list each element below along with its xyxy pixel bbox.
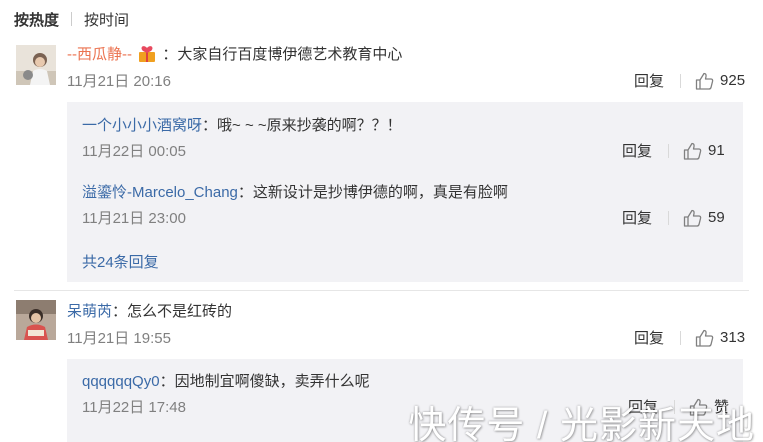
comment-username[interactable]: 呆萌芮 xyxy=(67,303,112,320)
like-button[interactable]: 59 xyxy=(683,209,725,227)
comment-text: ：怎么不是红砖的 xyxy=(112,303,233,320)
reply-line: 溢鎏怜-Marcelo_Chang：这新设计是抄博伊德的啊，真是有脸啊 xyxy=(82,181,508,202)
comment-username[interactable]: --西瓜静-- xyxy=(67,46,132,63)
comment-text: ：大家自行百度博伊德艺术教育中心 xyxy=(162,46,403,63)
thumbs-up-icon xyxy=(683,209,702,227)
reply-time: 11月21日 23:00 xyxy=(82,210,186,227)
comment-time: 11月21日 20:16 xyxy=(67,73,171,90)
reply-text: ：因地制宜啊傻缺，卖弄什么呢 xyxy=(159,373,370,390)
reply-button[interactable]: 回复 xyxy=(622,207,652,228)
sort-tabs: 按热度 按时间 xyxy=(14,8,129,30)
comment-page: 按热度 按时间 --西瓜静-- ：大家自行百度博伊德艺术教育中心 11月21日 … xyxy=(0,0,763,442)
like-count: 313 xyxy=(720,329,746,346)
like-count: 59 xyxy=(708,209,725,226)
reply-line: 一个小小小酒窝呀：哦~ ~ ~原来抄袭的啊？？！ xyxy=(82,114,402,135)
avatar-photo-icon xyxy=(16,300,56,340)
reply-button[interactable]: 回复 xyxy=(622,140,652,161)
comment-actions: 回复 313 xyxy=(634,327,745,348)
reply-username[interactable]: 溢鎏怜-Marcelo_Chang xyxy=(82,184,238,201)
reply-line: qqqqqqQy0：因地制宜啊傻缺，卖弄什么呢 xyxy=(82,370,370,391)
comment-actions: 回复 925 xyxy=(634,70,745,91)
thumbs-up-icon xyxy=(695,72,714,90)
action-divider xyxy=(668,210,670,225)
watermark: 快传号 / 光影新天地 xyxy=(408,405,755,442)
reply-actions: 回复 91 xyxy=(622,140,725,161)
avatar-photo-icon xyxy=(16,45,56,85)
reply-time: 11月22日 00:05 xyxy=(82,143,186,160)
like-button[interactable]: 925 xyxy=(695,72,745,90)
comment-line: --西瓜静-- ：大家自行百度博伊德艺术教育中心 xyxy=(67,43,402,64)
comment-line: 呆萌芮：怎么不是红砖的 xyxy=(67,300,232,321)
thumbs-up-icon xyxy=(695,329,714,347)
reply-button[interactable]: 回复 xyxy=(634,70,664,91)
like-button[interactable]: 313 xyxy=(695,329,745,347)
reply-text: ：哦~ ~ ~原来抄袭的啊？？！ xyxy=(202,117,402,134)
action-divider xyxy=(668,143,670,158)
like-count: 925 xyxy=(720,72,746,89)
like-button[interactable]: 91 xyxy=(683,142,725,160)
like-count: 91 xyxy=(708,142,725,159)
reply-actions: 回复 59 xyxy=(622,207,725,228)
gift-heart-emoji-icon xyxy=(139,46,156,62)
comment-divider xyxy=(14,290,749,291)
reply-text: ：这新设计是抄博伊德的啊，真是有脸啊 xyxy=(237,184,508,201)
sort-by-time-tab[interactable]: 按时间 xyxy=(84,9,129,30)
avatar[interactable] xyxy=(16,300,56,340)
action-divider xyxy=(680,330,682,345)
action-divider xyxy=(680,73,682,88)
reply-username[interactable]: qqqqqqQy0 xyxy=(82,373,160,390)
comment-time: 11月21日 19:55 xyxy=(67,330,171,347)
tab-divider xyxy=(71,12,73,26)
reply-button[interactable]: 回复 xyxy=(634,327,664,348)
thumbs-up-icon xyxy=(683,142,702,160)
avatar[interactable] xyxy=(16,45,56,85)
sort-by-hot-tab[interactable]: 按热度 xyxy=(14,9,59,30)
reply-username[interactable]: 一个小小小酒窝呀 xyxy=(82,117,202,134)
more-replies-link[interactable]: 共24条回复 xyxy=(82,251,159,272)
reply-time: 11月22日 17:48 xyxy=(82,399,186,416)
